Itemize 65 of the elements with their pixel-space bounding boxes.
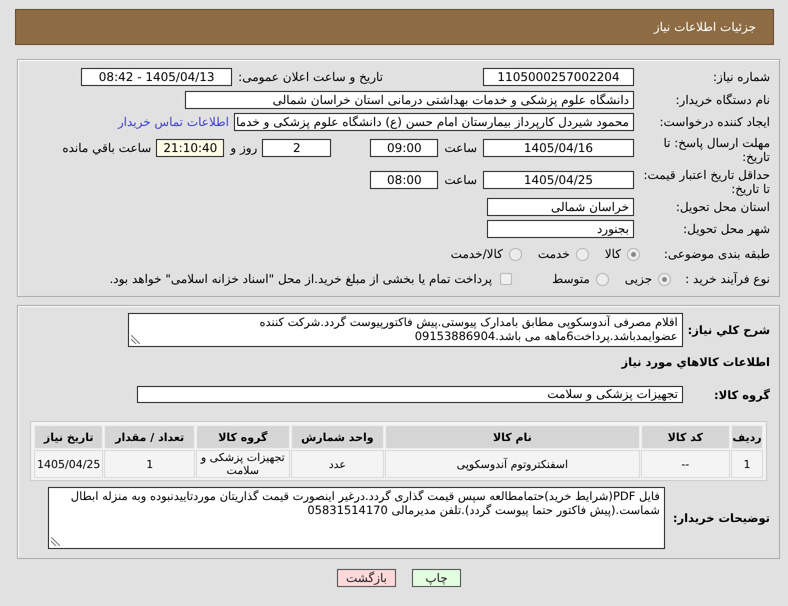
field-label: مهلت ارسال پاسخ: تا تاریخ: [662, 136, 770, 164]
requester-field[interactable]: محمود شیردل کارپرداز بیمارستان امام حسن (ع) دانشگاه علوم پزشکی و خدما [234, 113, 634, 131]
goods-group-field[interactable]: تجهیزات پزشکی و سلامت [137, 386, 683, 403]
contact-link[interactable]: اطلاعات تماس خریدار [118, 115, 229, 129]
radio-button[interactable] [508, 248, 522, 260]
column-header: واحد شمارش [290, 425, 384, 449]
column-header: تعداد / مقدار [104, 425, 195, 449]
date-field[interactable]: 1405/04/25 [483, 171, 634, 189]
field-label: حداقل تاریخ اعتبار قیمت: تا تاریخ: [642, 168, 770, 196]
field-label: نوع فرآیند خرید : [685, 272, 770, 286]
field-label: شماره نیاز: [712, 69, 770, 85]
radio-label: کالا [604, 247, 621, 261]
table-cell: 1405/04/25 [34, 450, 104, 478]
province-field[interactable]: خراسان شمالی [487, 198, 634, 216]
radio-button[interactable] [627, 248, 640, 260]
field-label: روز و [230, 140, 258, 157]
radio-label: متوسط [552, 272, 590, 286]
field-label: تاریخ و ساعت اعلان عمومی: [238, 70, 383, 84]
radio-button[interactable] [658, 272, 672, 286]
column-header: تاریخ نیاز [34, 425, 104, 449]
column-header: ردیف [731, 425, 763, 449]
field-label: ایجاد کننده درخواست: [658, 114, 770, 130]
buyer-org-field[interactable]: دانشگاه علوم پزشکی و خدمات بهداشتی درمانی استان خراسان شمالی [185, 91, 634, 109]
days-field[interactable]: 2 [262, 139, 332, 157]
table-cell: 1 [731, 450, 763, 478]
radio-label: کالا/خدمت [450, 247, 503, 261]
table-cell: اسفنکتروتوم آندوسکوپی [385, 450, 640, 478]
section-title: اطلاعات کالاهاي مورد نیاز [620, 354, 770, 370]
buyer-notes-field[interactable]: فایل PDF(شرایط خرید)حتمامطالعه سپس قیمت گذاری گردد.درغیر اینصورت قیمت گذاریتان موردتاییدنبوده وبه منزله ابطال شماست.(پیش فاکتور حتما پیوست گردد).تلفن مدیرمالی 05831514170 [48, 487, 665, 549]
time-field[interactable]: 08:00 [370, 171, 438, 189]
radio-label: جزیی [624, 272, 652, 286]
column-header: گروه کالا [196, 425, 290, 449]
checkbox[interactable] [500, 273, 512, 285]
field-label: ساعت [444, 140, 477, 157]
table-cell: -- [640, 450, 730, 478]
announce-datetime-field[interactable]: 1405/04/13 - 08:42 [81, 68, 232, 86]
field-label: ساعت باقي مانده [62, 140, 152, 157]
radio-button[interactable] [596, 272, 609, 286]
back-button[interactable]: بازگشت [337, 569, 396, 587]
column-header: نام کالا [385, 425, 640, 449]
field-label: نام دستگاه خریدار: [674, 92, 770, 108]
page-title: جزئیات اطلاعات نیاز [654, 20, 756, 34]
resize-grip-icon[interactable] [50, 537, 60, 546]
table-cell: عدد [290, 450, 384, 478]
radio-button[interactable] [576, 248, 589, 260]
resize-grip-icon[interactable] [130, 335, 140, 344]
field-label: استان محل تحویل: [674, 199, 770, 215]
print-button[interactable]: چاپ [412, 569, 461, 587]
radio-label: خدمت [538, 247, 570, 261]
date-field[interactable]: 1405/04/16 [483, 139, 634, 157]
field-label: شهر محل تحویل: [682, 221, 770, 237]
field-label: توضیحات خریدار: [672, 510, 770, 527]
field-label: گروه کالا: [713, 386, 770, 404]
table-cell: تجهیزات پزشکی و سلامت [196, 450, 290, 478]
checkbox-label: پرداخت تمام یا بخشی از مبلغ خرید.از محل "اسناد خزانه اسلامی" خواهد بود. [109, 272, 492, 286]
need-number-field[interactable]: 1105000257002204 [483, 68, 634, 86]
city-field[interactable]: بجنورد [487, 220, 634, 238]
field-label: طبقه بندی موضوعی: [662, 246, 770, 262]
table-cell: 1 [104, 450, 195, 478]
column-header: کد کالا [640, 425, 730, 449]
field-label: ساعت [444, 172, 477, 189]
description-field[interactable]: اقلام مصرفی آندوسکوپی مطابق بامدارک پیوستی.پیش فاکتورپیوست گردد.شرکت کننده عضوایمدباشد.پرداخت6ماهه می باشد.09153886904 [128, 313, 683, 347]
time-field[interactable]: 09:00 [370, 139, 438, 157]
field-label: شرح کلي نیاز: [688, 322, 770, 339]
remaining-time-field[interactable]: 21:10:40 [156, 139, 224, 157]
